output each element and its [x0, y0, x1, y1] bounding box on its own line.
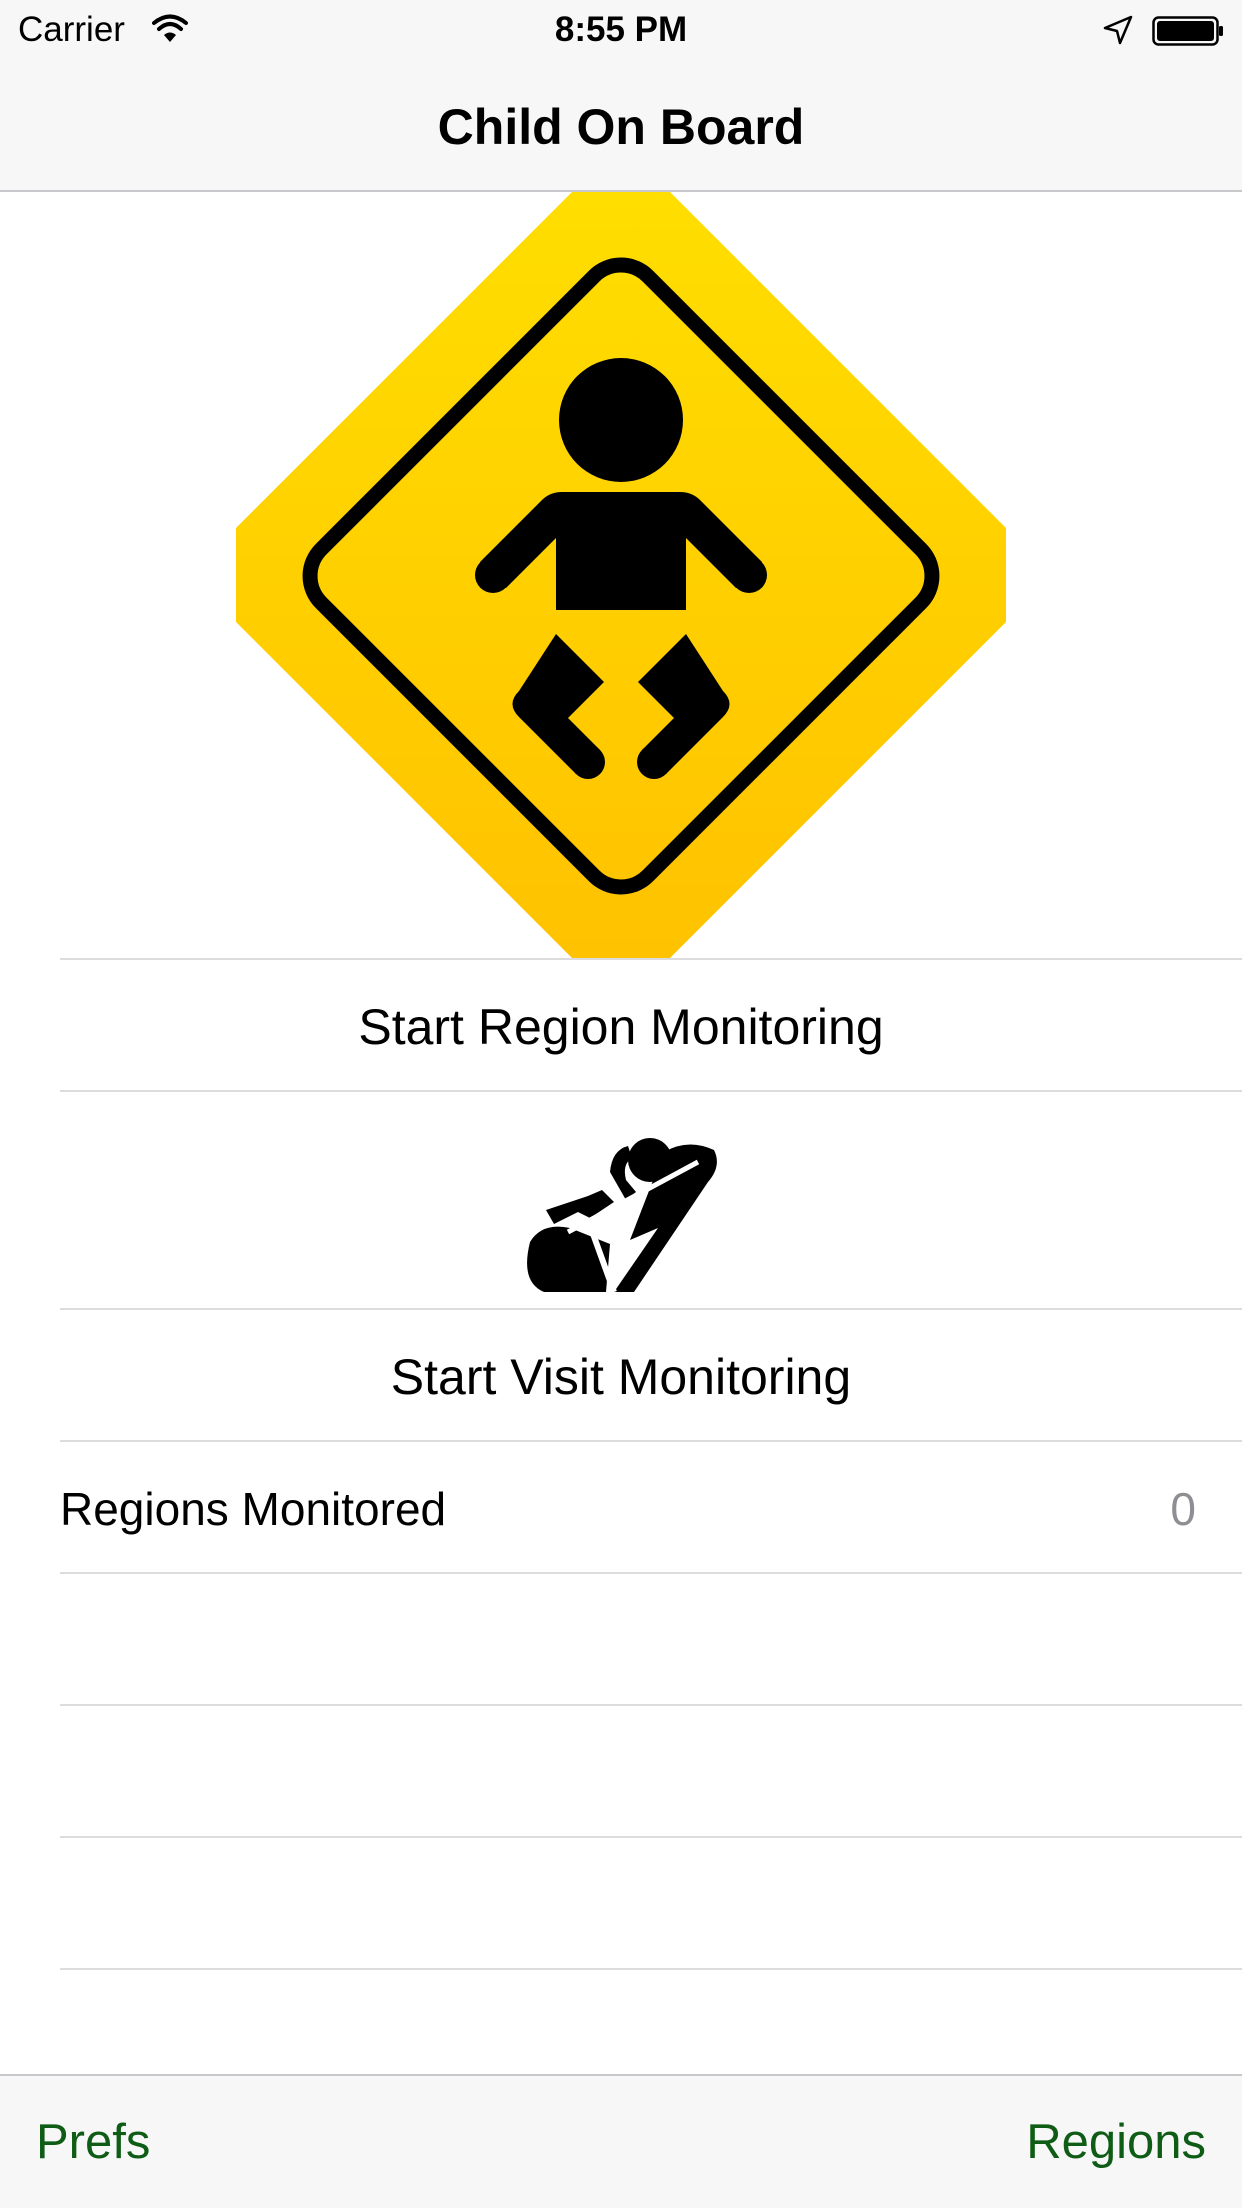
child-on-board-sign-icon	[236, 192, 1006, 958]
start-region-monitoring-button[interactable]: Start Region Monitoring	[0, 998, 1242, 1056]
status-bar: Carrier 8:55 PM	[0, 0, 1242, 62]
start-region-monitoring-row[interactable]: Start Region Monitoring	[60, 958, 1242, 1090]
regions-monitored-row: Regions Monitored 0	[60, 1440, 1242, 1572]
regions-monitored-label: Regions Monitored	[60, 1483, 447, 1535]
page-title: Child On Board	[437, 99, 805, 155]
bottom-toolbar: Prefs Regions	[0, 2074, 1242, 2208]
empty-row	[60, 1572, 1242, 1704]
empty-row	[60, 1836, 1242, 1968]
regions-button[interactable]: Regions	[1026, 2114, 1206, 2170]
car-seat-icon	[527, 1138, 717, 1294]
prefs-button[interactable]: Prefs	[36, 2114, 150, 2170]
empty-row	[60, 1704, 1242, 1836]
location-arrow-icon	[1103, 15, 1133, 45]
start-visit-monitoring-button[interactable]: Start Visit Monitoring	[0, 1348, 1242, 1406]
regions-monitored-count: 0	[1170, 1483, 1196, 1535]
start-visit-monitoring-row[interactable]: Start Visit Monitoring	[60, 1308, 1242, 1440]
battery-icon	[1152, 16, 1223, 46]
navigation-bar: Child On Board	[0, 62, 1242, 192]
empty-row-divider	[60, 1968, 1242, 1970]
status-time: 8:55 PM	[554, 10, 688, 49]
